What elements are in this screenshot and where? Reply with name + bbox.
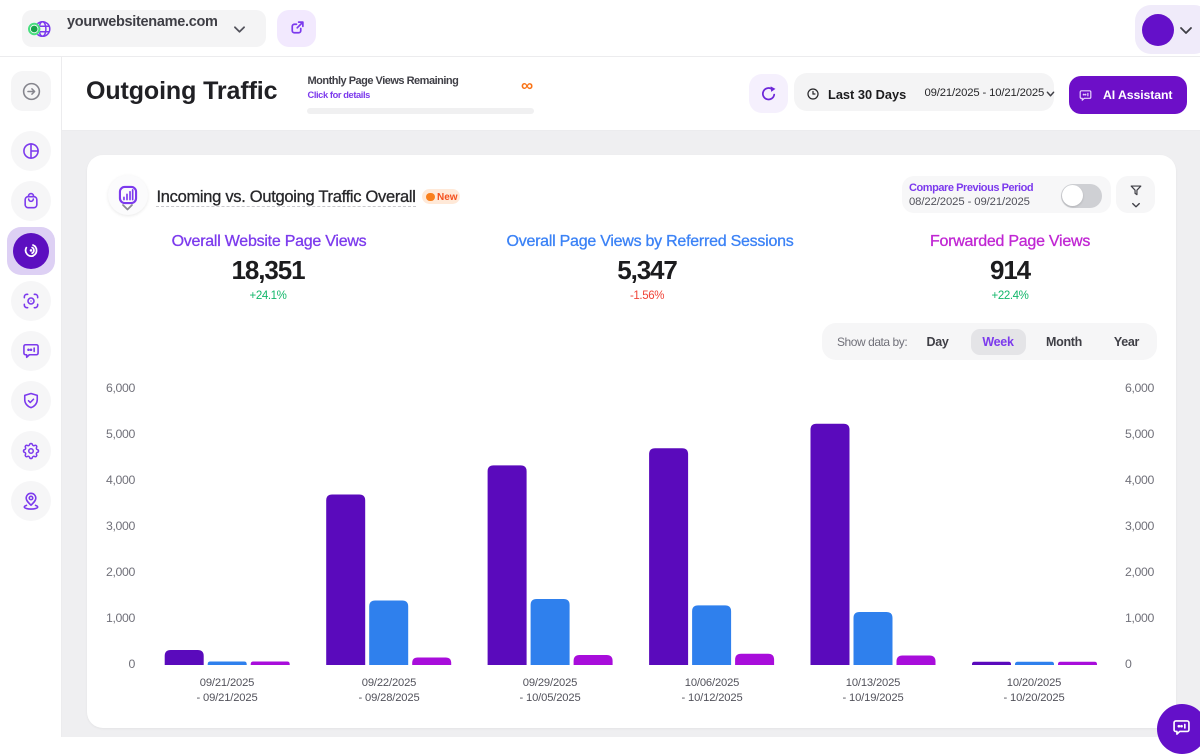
svg-text:3,000: 3,000	[1125, 519, 1155, 533]
svg-text:09/21/2025: 09/21/2025	[200, 677, 255, 689]
svg-text:1,000: 1,000	[106, 611, 136, 625]
svg-text:5,000: 5,000	[1125, 427, 1155, 441]
svg-text:- 09/21/2025: - 09/21/2025	[196, 692, 257, 704]
svg-text:- 09/28/2025: - 09/28/2025	[358, 692, 419, 704]
svg-text:10/20/2025: 10/20/2025	[1007, 677, 1062, 689]
svg-text:10/13/2025: 10/13/2025	[846, 677, 901, 689]
svg-text:4,000: 4,000	[1125, 473, 1155, 487]
svg-text:3,000: 3,000	[106, 519, 136, 533]
svg-text:0: 0	[1125, 657, 1132, 671]
svg-text:10/06/2025: 10/06/2025	[685, 677, 740, 689]
svg-text:4,000: 4,000	[106, 473, 136, 487]
svg-text:0: 0	[129, 657, 136, 671]
svg-text:- 10/20/2025: - 10/20/2025	[1003, 692, 1064, 704]
svg-text:- 10/05/2025: - 10/05/2025	[519, 692, 580, 704]
svg-text:- 10/12/2025: - 10/12/2025	[681, 692, 742, 704]
svg-text:09/29/2025: 09/29/2025	[523, 677, 578, 689]
svg-text:6,000: 6,000	[106, 381, 136, 395]
svg-text:1,000: 1,000	[1125, 611, 1155, 625]
svg-text:6,000: 6,000	[1125, 381, 1155, 395]
svg-text:09/22/2025: 09/22/2025	[362, 677, 417, 689]
svg-text:2,000: 2,000	[1125, 565, 1155, 579]
svg-text:2,000: 2,000	[106, 565, 136, 579]
svg-text:- 10/19/2025: - 10/19/2025	[842, 692, 903, 704]
svg-text:5,000: 5,000	[106, 427, 136, 441]
